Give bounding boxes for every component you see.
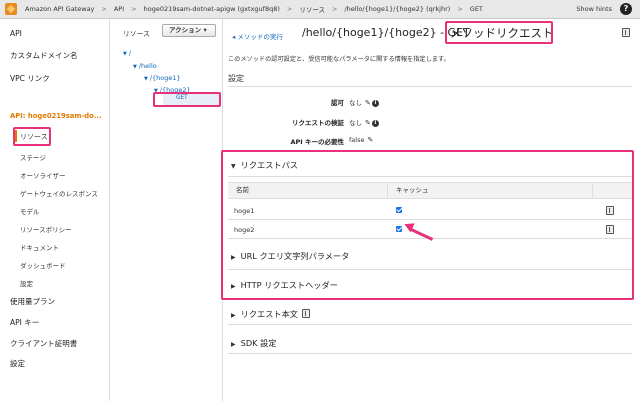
highlight-box-request-paths bbox=[221, 150, 634, 300]
expand-triangle-icon: ▼ bbox=[123, 51, 127, 57]
nav-api-name[interactable]: API: hoge0219sam-do... bbox=[10, 112, 102, 120]
nav-settings[interactable]: 設定 bbox=[10, 358, 25, 369]
nav-api[interactable]: API bbox=[10, 29, 22, 38]
nav-dashboard[interactable]: ダッシュボード bbox=[20, 260, 66, 270]
top-bar: Amazon API Gateway > API > hoge0219sam-d… bbox=[0, 0, 640, 19]
expand-triangle-icon: ▼ bbox=[144, 76, 148, 82]
nav-models[interactable]: モデル bbox=[20, 206, 40, 216]
expand-triangle-right-icon: ▶ bbox=[231, 341, 236, 348]
tree-node-hello[interactable]: ▼/hello bbox=[133, 62, 157, 70]
main-content: ◂ メソッドの実行 /hello/{hoge1}/{hoge2} - GET メ… bbox=[221, 19, 640, 401]
left-nav: API カスタムドメイン名 VPC リンク API: hoge0219sam-d… bbox=[0, 19, 110, 401]
chevron-right-icon: > bbox=[332, 5, 338, 13]
sdk-settings-toggle[interactable]: ▶ SDK 設定 bbox=[231, 337, 276, 349]
tree-node-root[interactable]: ▼ / bbox=[123, 49, 131, 57]
pencil-icon[interactable]: ✎ bbox=[367, 136, 373, 144]
authorization-value: なし ✎ i bbox=[349, 97, 379, 107]
nav-client-certs[interactable]: クライアント証明書 bbox=[10, 338, 77, 349]
nav-custom-domain[interactable]: カスタムドメイン名 bbox=[10, 50, 78, 61]
chevron-right-icon: > bbox=[131, 5, 137, 13]
nav-usage-plans[interactable]: 使用量プラン bbox=[10, 296, 55, 307]
help-icon[interactable]: ? bbox=[620, 3, 632, 15]
highlight-box-title bbox=[445, 21, 553, 44]
request-body-toggle[interactable]: ▶ リクエスト本文 bbox=[231, 308, 310, 320]
info-icon[interactable]: i bbox=[371, 99, 379, 107]
expand-triangle-icon: ▼ bbox=[133, 64, 137, 70]
divider bbox=[228, 324, 632, 325]
tree-node-label: /{hoge1} bbox=[149, 74, 181, 82]
highlight-box-get bbox=[153, 92, 221, 107]
request-validator-value: なし ✎ i bbox=[349, 117, 379, 127]
divider bbox=[228, 353, 632, 354]
breadcrumb-resource-path[interactable]: /hello/{hoge1}/{hoge2} (qrkjhr) bbox=[340, 5, 454, 13]
nav-authorizers[interactable]: オーソライザー bbox=[20, 170, 66, 180]
tree-node-label: / bbox=[128, 49, 132, 57]
service-name[interactable]: Amazon API Gateway bbox=[21, 5, 98, 13]
info-icon[interactable]: i bbox=[371, 119, 379, 127]
tree-node-label: /hello bbox=[138, 62, 157, 70]
api-key-required-label: API キーの必要性 bbox=[290, 138, 344, 146]
nav-vpc-link[interactable]: VPC リンク bbox=[10, 73, 50, 84]
nav-settings-sub[interactable]: 設定 bbox=[20, 278, 33, 288]
expand-triangle-right-icon: ▶ bbox=[231, 312, 236, 319]
book-icon[interactable] bbox=[622, 28, 630, 37]
nav-documentation[interactable]: ドキュメント bbox=[20, 242, 59, 252]
breadcrumb-resources[interactable]: リソース bbox=[295, 4, 329, 14]
pencil-icon[interactable]: ✎ bbox=[365, 119, 371, 127]
book-icon[interactable] bbox=[301, 309, 310, 318]
actions-dropdown-button[interactable]: アクション ▾ bbox=[162, 24, 216, 37]
resource-tree-panel: リソース アクション ▾ ▼ / ▼/hello ▼/{hoge1} ▼/{hog… bbox=[111, 19, 223, 401]
nav-stages[interactable]: ステージ bbox=[20, 152, 46, 162]
nav-api-keys[interactable]: API キー bbox=[10, 317, 39, 328]
chevron-right-icon: > bbox=[101, 5, 107, 13]
breadcrumb-method[interactable]: GET bbox=[466, 5, 487, 13]
authorization-label: 認可 bbox=[331, 99, 344, 107]
settings-header: 設定 bbox=[228, 74, 244, 83]
chevron-right-icon: > bbox=[286, 5, 293, 13]
request-validator-label: リクエストの検証 bbox=[292, 119, 344, 127]
breadcrumb-api[interactable]: API bbox=[110, 5, 128, 13]
back-to-method-execution-link[interactable]: ◂ メソッドの実行 bbox=[232, 31, 283, 41]
request-validator-value-text: なし bbox=[349, 119, 362, 127]
authorization-value-text: なし bbox=[349, 99, 362, 107]
nav-gateway-responses[interactable]: ゲートウェイのレスポンス bbox=[20, 188, 98, 198]
show-hints-link[interactable]: Show hints bbox=[576, 5, 612, 13]
description-text: このメソッドの認可設定と、受信可能なパラメータに関する情報を指定します。 bbox=[228, 56, 450, 63]
tree-node-hoge1[interactable]: ▼/{hoge1} bbox=[144, 74, 181, 82]
api-key-required-value: false ✎ bbox=[349, 136, 373, 144]
pencil-icon[interactable]: ✎ bbox=[365, 99, 371, 107]
chevron-right-icon: > bbox=[457, 5, 463, 13]
divider bbox=[228, 86, 632, 87]
highlight-box-resources bbox=[13, 127, 51, 146]
breadcrumb-api-name[interactable]: hoge0219sam-dotnet-apigw (gxtxguf8q8) bbox=[140, 5, 284, 13]
request-body-title: リクエスト本文 bbox=[240, 309, 298, 319]
tree-header: リソース bbox=[123, 30, 150, 38]
sdk-settings-title: SDK 設定 bbox=[240, 338, 277, 348]
nav-resource-policy[interactable]: リソースポリシー bbox=[20, 224, 72, 234]
api-gateway-logo-icon bbox=[5, 3, 17, 15]
api-key-required-value-text: false bbox=[349, 136, 365, 144]
